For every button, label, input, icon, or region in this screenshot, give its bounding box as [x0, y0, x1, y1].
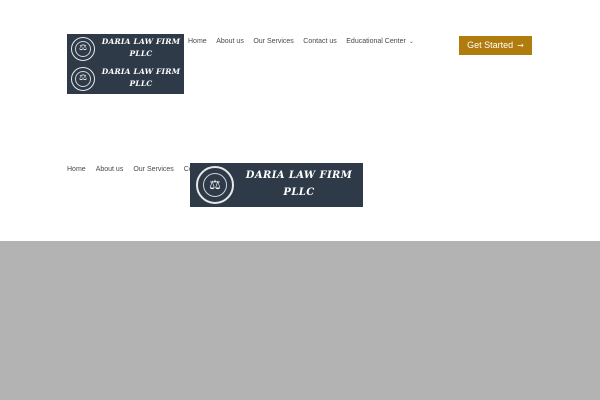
logo-row: ⚖ DARIA LAW FIRM PLLC [67, 64, 184, 94]
nav-contact-us[interactable]: Contact us [303, 37, 336, 49]
sticky-nav-our-services[interactable]: Our Services [133, 165, 173, 177]
logo-firm-name: DARIA LAW FIRM [101, 67, 181, 76]
law-firm-seal-icon: ⚖ [71, 37, 95, 61]
get-started-button[interactable]: Get Started → [459, 36, 532, 55]
get-started-label: Get Started [467, 40, 514, 50]
logo-firm-suffix: PLLC [283, 187, 315, 198]
scales-of-justice-icon: ⚖ [78, 43, 88, 53]
nav-home[interactable]: Home [188, 37, 207, 49]
logo-row: ⚖ DARIA LAW FIRM PLLC [67, 34, 184, 64]
scales-of-justice-icon: ⚖ [78, 73, 88, 83]
sticky-nav-about-us[interactable]: About us [96, 165, 124, 177]
nav-educational-center-label: Educational Center [346, 38, 406, 45]
main-navigation: Home About us Our Services Contact us Ed… [188, 37, 423, 49]
nav-educational-center[interactable]: Educational Center ⌄ [346, 37, 414, 49]
header-logo[interactable]: ⚖ DARIA LAW FIRM PLLC ⚖ DARIA LAW FIRM P… [67, 34, 184, 94]
sticky-logo[interactable]: ⚖ DARIA LAW FIRM PLLC [190, 163, 363, 207]
sticky-navigation: Home About us Our Services Co [67, 165, 203, 177]
logo-firm-suffix: PLLC [129, 79, 153, 88]
logo-firm-suffix: PLLC [129, 49, 153, 58]
nav-about-us[interactable]: About us [216, 37, 244, 49]
law-firm-seal-icon: ⚖ [71, 67, 95, 91]
law-firm-seal-icon: ⚖ [196, 166, 234, 204]
arrow-right-icon: → [517, 41, 524, 50]
logo-firm-name: DARIA LAW FIRM [101, 37, 181, 46]
content-placeholder [0, 241, 600, 400]
nav-our-services[interactable]: Our Services [253, 37, 293, 49]
chevron-down-icon: ⌄ [408, 38, 414, 45]
sticky-nav-home[interactable]: Home [67, 165, 86, 177]
logo-firm-name: DARIA LAW FIRM [245, 170, 353, 181]
scales-of-justice-icon: ⚖ [209, 178, 221, 193]
